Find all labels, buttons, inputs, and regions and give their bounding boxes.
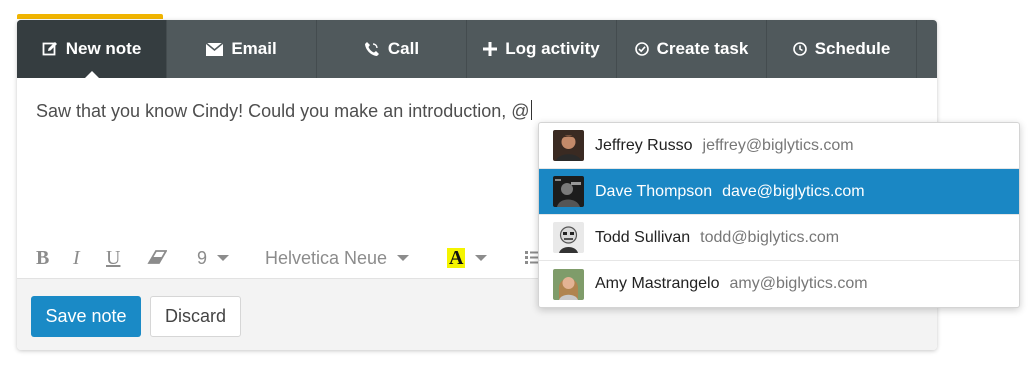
text-cursor <box>530 100 532 120</box>
avatar <box>553 176 584 207</box>
mention-email: amy@biglytics.com <box>729 275 868 292</box>
font-size-select[interactable]: 9 <box>197 247 230 269</box>
avatar <box>553 222 584 253</box>
mention-option[interactable]: Amy Mastrangelo amy@biglytics.com <box>539 261 1019 307</box>
underline-button[interactable]: U <box>106 247 120 270</box>
bold-button[interactable]: B <box>36 247 49 270</box>
mention-option-selected[interactable]: Dave Thompson dave@biglytics.com <box>539 169 1019 215</box>
clock-icon <box>792 42 807 56</box>
font-family-select[interactable]: Helvetica Neue <box>265 247 410 269</box>
mention-name: Jeffrey Russo <box>595 136 693 154</box>
tab-label: New note <box>65 39 142 58</box>
envelope-icon <box>206 42 224 56</box>
save-note-button[interactable]: Save note <box>31 296 141 337</box>
clear-format-button[interactable] <box>147 248 168 269</box>
tab-label: Schedule <box>814 39 891 58</box>
tab-label: Email <box>231 39 277 58</box>
activity-tab-bar: New note Email Call Log activity Create … <box>17 20 937 79</box>
check-circle-icon <box>634 42 649 56</box>
discard-button[interactable]: Discard <box>150 296 241 337</box>
mention-email: jeffrey@biglytics.com <box>702 136 854 154</box>
mention-option[interactable]: Jeffrey Russo jeffrey@biglytics.com <box>539 123 1019 169</box>
font-size-value: 9 <box>197 247 208 268</box>
plus-icon <box>483 42 498 56</box>
italic-button[interactable]: I <box>73 247 80 270</box>
mention-name: Todd Sullivan <box>595 228 691 246</box>
note-text: Saw that you know Cindy! Could you make … <box>36 100 532 122</box>
active-tab-accent-bar <box>17 14 163 19</box>
edit-icon <box>42 41 58 57</box>
underline-label: U <box>106 246 121 269</box>
highlight-color-select[interactable]: A <box>447 247 488 269</box>
avatar <box>553 268 584 300</box>
mention-option[interactable]: Todd Sullivan todd@biglytics.com <box>539 215 1019 261</box>
font-family-value: Helvetica Neue <box>265 247 388 268</box>
tab-log-activity[interactable]: Log activity <box>467 20 617 78</box>
mention-suggestions: Jeffrey Russo jeffrey@biglytics.com Dave… <box>538 122 1020 308</box>
mention-name: Amy Mastrangelo <box>595 275 720 292</box>
mention-email: todd@biglytics.com <box>700 228 840 246</box>
tab-label: Call <box>387 39 420 58</box>
note-text-content: Saw that you know Cindy! Could you make … <box>36 101 530 121</box>
tab-schedule[interactable]: Schedule <box>767 20 917 78</box>
tab-call[interactable]: Call <box>317 20 467 78</box>
highlight-icon: A <box>447 247 466 269</box>
mention-name: Dave Thompson <box>595 182 713 200</box>
mention-email: dave@biglytics.com <box>722 182 865 200</box>
tab-label: Log activity <box>505 39 600 58</box>
bold-label: B <box>36 246 50 269</box>
tab-email[interactable]: Email <box>167 20 317 78</box>
tab-new-note[interactable]: New note <box>17 20 167 79</box>
phone-icon <box>364 41 380 57</box>
tab-label: Create task <box>656 39 749 58</box>
bullet-list-button[interactable] <box>525 248 539 269</box>
tab-create-task[interactable]: Create task <box>617 20 767 78</box>
italic-label: I <box>73 246 80 269</box>
eraser-icon <box>147 248 168 269</box>
chevron-down-icon <box>217 255 230 261</box>
chevron-down-icon <box>397 255 410 261</box>
chevron-down-icon <box>475 255 488 261</box>
list-icon <box>525 248 539 269</box>
avatar <box>553 130 584 161</box>
